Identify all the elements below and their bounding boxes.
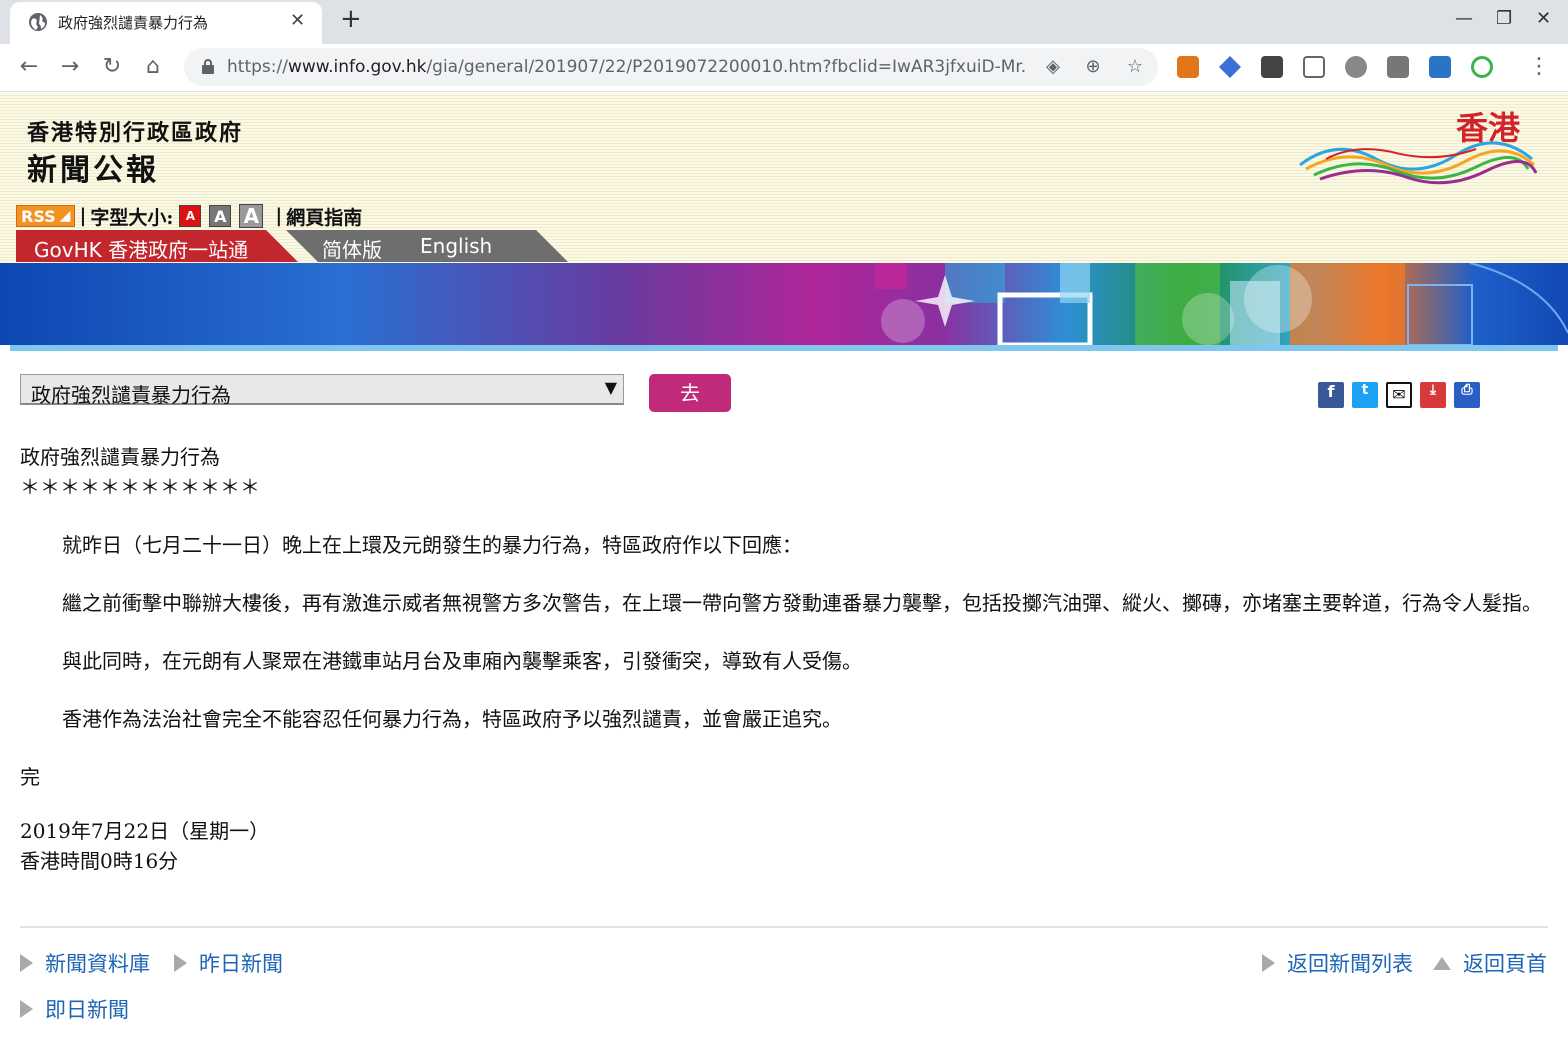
new-tab-button[interactable]: +: [340, 4, 362, 34]
back-icon[interactable]: ←: [16, 54, 42, 80]
lock-icon: [202, 59, 214, 74]
back-to-list-link[interactable]: 返回新聞列表: [1262, 948, 1413, 978]
news-archive-label: 新聞資料庫: [45, 952, 150, 976]
circle-extension-icon[interactable]: [1345, 56, 1367, 78]
mail-extension-icon[interactable]: [1429, 56, 1451, 78]
news-archive-link[interactable]: 新聞資料庫: [20, 948, 150, 978]
back-to-top-label: 返回頁首: [1463, 952, 1547, 976]
article-title: 政府強烈譴責暴力行為: [20, 445, 220, 469]
language-links: 简体版 English: [286, 230, 568, 262]
rss-icon: ◢: [59, 208, 71, 224]
arrow-right-icon: [20, 1000, 33, 1018]
site-header: 香港特別行政區政府 新聞公報 香港 RSS ◢ | 字型大小: A A A | 網…: [0, 93, 1568, 263]
paragraph-4: 香港作為法治社會完全不能容忍任何暴力行為，特區政府予以強烈譴責，並會嚴正追究。: [62, 707, 842, 731]
title-stars: ＊＊＊＊＊＊＊＊＊＊＊＊: [20, 475, 260, 499]
facebook-icon[interactable]: f: [1318, 382, 1344, 408]
globe-icon: [29, 13, 47, 31]
dropdown-arrow-icon: ▼: [604, 378, 617, 397]
language-tabs: 简体版 English GovHK 香港政府一站通: [16, 230, 568, 262]
zoom-icon[interactable]: ⊕: [1082, 56, 1104, 78]
bookmark-star-icon[interactable]: ☆: [1124, 56, 1146, 78]
url-path: /gia/general/201907/22/P2019072200010.ht…: [426, 57, 1027, 77]
paragraph-1: 就昨日（七月二十一日）晚上在上環及元朗發生的暴力行為，特區政府作以下回應：: [62, 533, 802, 557]
go-button[interactable]: 去: [649, 374, 731, 412]
lightbulb-extension-icon[interactable]: [1261, 56, 1283, 78]
english-link[interactable]: English: [420, 234, 492, 258]
menu-icon[interactable]: ⋮: [1526, 54, 1552, 80]
line-extension-icon[interactable]: [1387, 56, 1409, 78]
today-news-link[interactable]: 即日新聞: [20, 994, 129, 1024]
banner-graphic: [875, 263, 1568, 345]
release-date: 2019年7月22日（星期一）: [20, 819, 270, 843]
minimize-icon[interactable]: —: [1455, 8, 1473, 29]
font-size-medium-button[interactable]: A: [209, 205, 232, 227]
press-releases-title: 新聞公報: [27, 153, 159, 188]
govhk-tab[interactable]: GovHK 香港政府一站通: [16, 230, 298, 262]
government-name: 香港特別行政區政府: [27, 121, 244, 146]
twitter-icon[interactable]: t: [1352, 382, 1378, 408]
browser-tab-bar: 政府強烈譴責暴力行為 ✕ + — ❐ ✕: [0, 0, 1568, 44]
arrow-up-icon: [1433, 956, 1451, 970]
reload-icon[interactable]: ↻: [99, 54, 125, 80]
site-guide-link[interactable]: 網頁指南: [286, 203, 362, 230]
rss-label: RSS: [21, 206, 56, 226]
share-icons: f t ✉ ⤓ ⎙: [1318, 382, 1488, 408]
back-to-list-label: 返回新聞列表: [1287, 952, 1413, 976]
back-to-top-link[interactable]: 返回頁首: [1433, 948, 1547, 978]
paragraph-2: 繼之前衝擊中聯辦大樓後，再有激進示威者無視警方多次警告，在上環一帶向警方發動連番…: [62, 591, 1542, 615]
simplified-chinese-link[interactable]: 简体版: [322, 234, 382, 262]
browser-tab[interactable]: 政府強烈譴責暴力行為 ✕: [10, 2, 322, 44]
banner-bottom-bar: [10, 345, 1558, 351]
close-tab-icon[interactable]: ✕: [290, 10, 305, 31]
separator: |: [79, 205, 87, 227]
arrow-right-icon: [20, 954, 33, 972]
font-size-small-button[interactable]: A: [179, 205, 202, 227]
forward-icon[interactable]: →: [57, 54, 83, 80]
browser-toolbar: ← → ↻ ⌂ https://www.info.gov.hk/gia/gene…: [0, 44, 1568, 92]
decorative-banner: [0, 263, 1568, 345]
article-select[interactable]: 政府強烈譴責暴力行為 ▼: [20, 374, 624, 407]
press-release-body: 政府強烈譴責暴力行為 ＊＊＊＊＊＊＊＊＊＊＊＊ 就昨日（七月二十一日）晚上在上環…: [20, 442, 1550, 876]
shield-extension-icon[interactable]: [1303, 56, 1325, 78]
header-tools: RSS ◢ | 字型大小: A A A | 網頁指南: [16, 203, 362, 229]
ethereum-extension-icon[interactable]: [1219, 56, 1241, 78]
yesterday-news-label: 昨日新聞: [199, 952, 283, 976]
article-select-value: 政府強烈譴責暴力行為: [31, 383, 231, 407]
print-icon[interactable]: ⎙: [1454, 382, 1480, 408]
paragraph-3: 與此同時，在元朗有人聚眾在港鐵車站月台及車廂內襲擊乘客，引發衝突，導致有人受傷。: [62, 649, 862, 673]
bookmark-icon[interactable]: ⤓: [1420, 382, 1446, 408]
tab-title: 政府強烈譴責暴力行為: [58, 14, 209, 32]
home-icon[interactable]: ⌂: [140, 54, 166, 80]
arrow-right-icon: [1262, 954, 1275, 972]
release-time: 香港時間0時16分: [20, 849, 179, 873]
today-news-label: 即日新聞: [45, 998, 129, 1022]
cookie-block-icon[interactable]: ◈: [1042, 56, 1064, 78]
end-mark: 完: [20, 765, 40, 789]
arrow-right-icon: [174, 954, 187, 972]
footer-divider: [20, 926, 1548, 928]
logo-text: 香港: [1456, 109, 1521, 147]
address-bar[interactable]: https://www.info.gov.hk/gia/general/2019…: [184, 48, 1158, 86]
font-size-label: 字型大小:: [90, 206, 174, 229]
email-icon[interactable]: ✉: [1386, 382, 1412, 408]
brand-hong-kong-logo: 香港: [1299, 109, 1538, 185]
rss-button[interactable]: RSS ◢: [16, 205, 76, 227]
url-host: www.info.gov.hk: [287, 57, 427, 77]
url-scheme: https://: [227, 57, 288, 77]
yesterday-news-link[interactable]: 昨日新聞: [174, 948, 283, 978]
separator: |: [275, 205, 283, 227]
restore-icon[interactable]: ❐: [1496, 8, 1512, 29]
font-size-large-button[interactable]: A: [239, 204, 264, 228]
url-text: https://www.info.gov.hk/gia/general/2019…: [227, 57, 1027, 77]
govhk-label: GovHK 香港政府一站通: [34, 238, 249, 262]
window-close-icon[interactable]: ✕: [1536, 8, 1551, 29]
sync-extension-icon[interactable]: [1471, 56, 1493, 78]
metamask-extension-icon[interactable]: [1177, 56, 1199, 78]
